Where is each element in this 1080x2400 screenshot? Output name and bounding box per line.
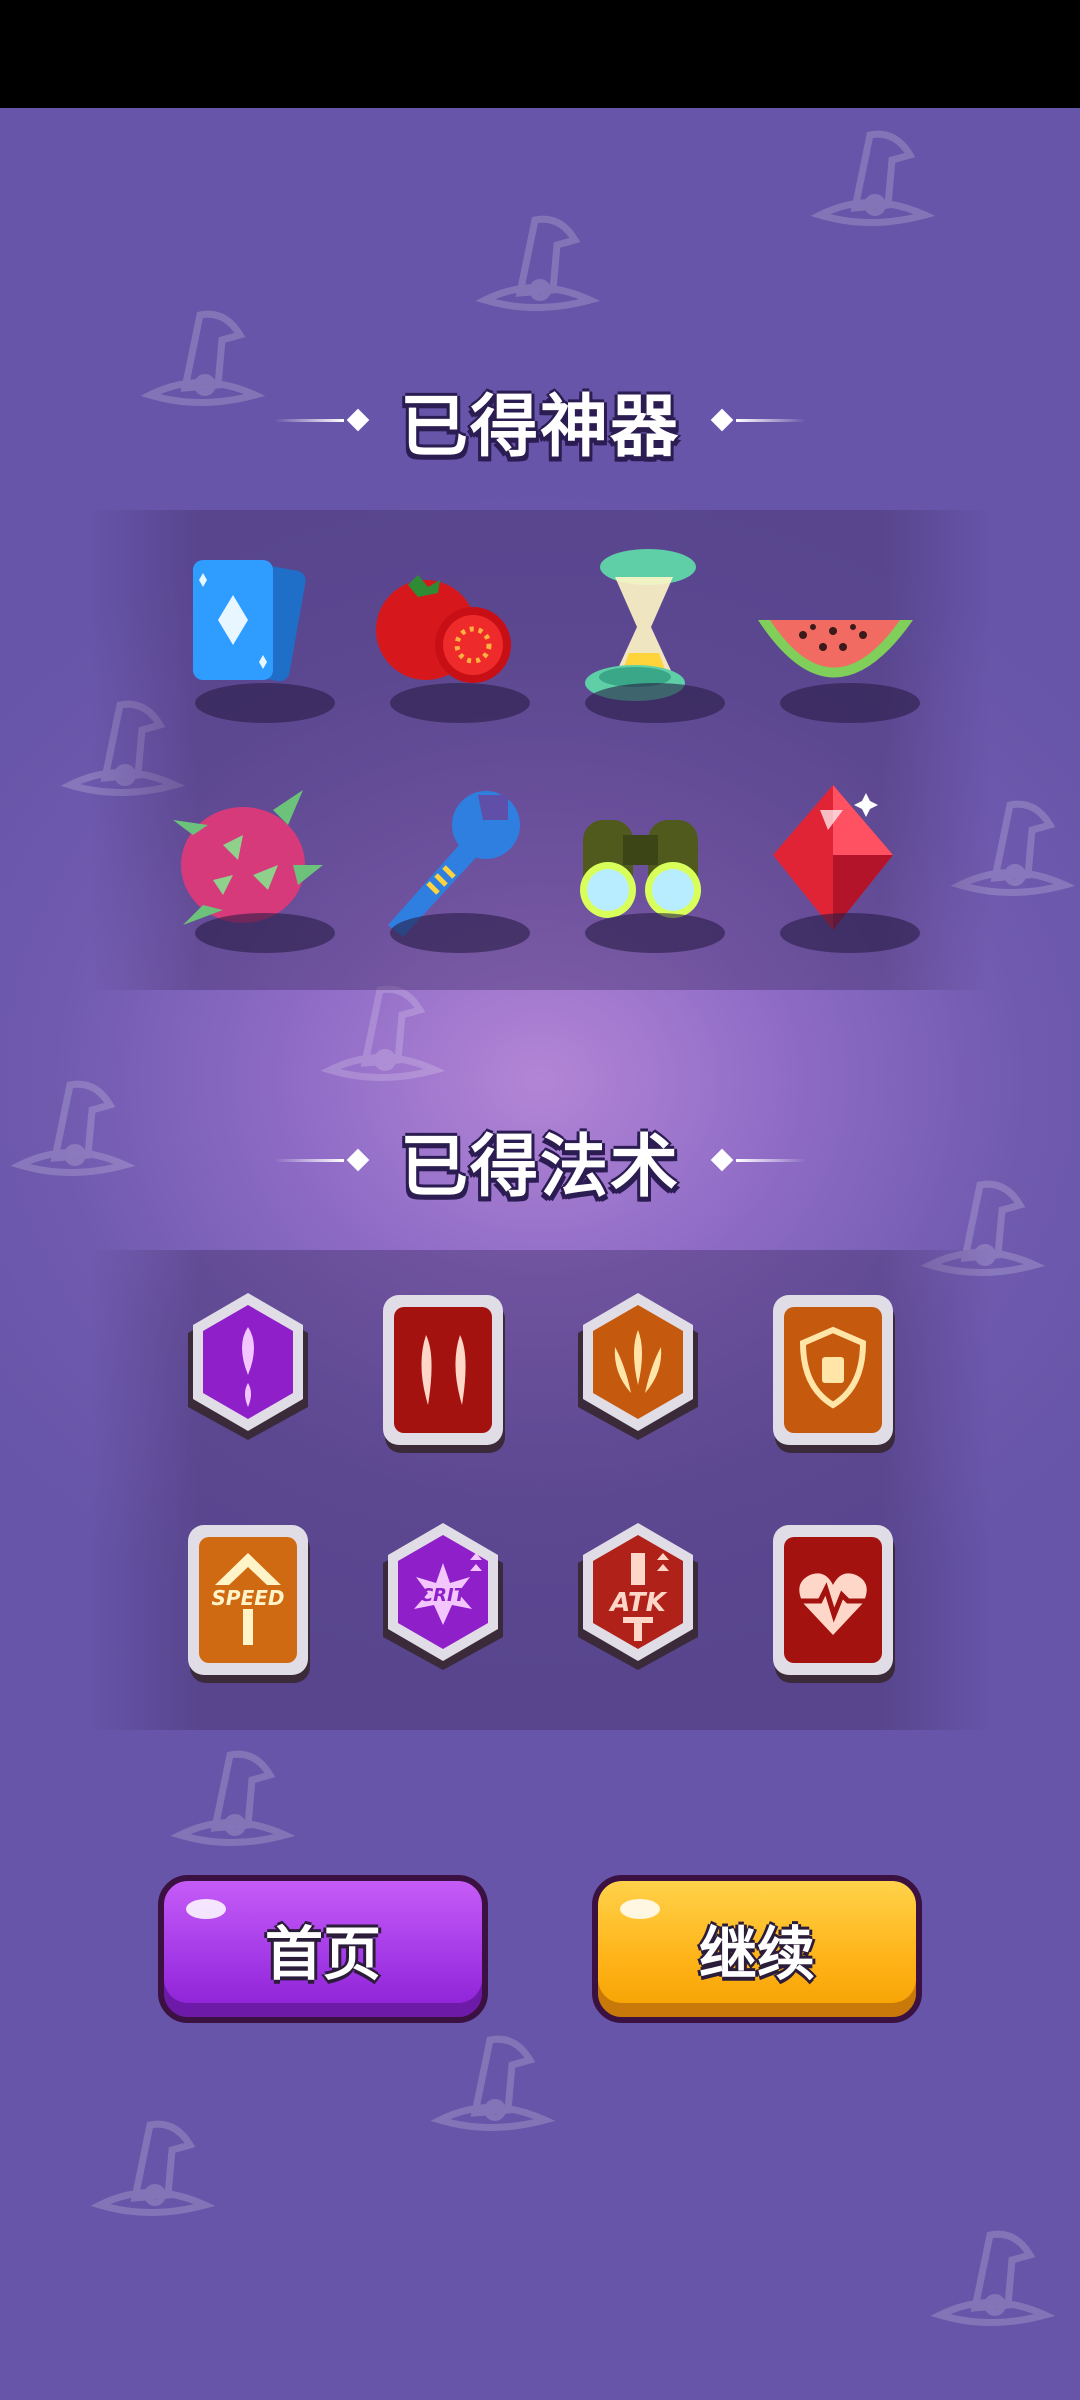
artifact-slot[interactable] [540, 515, 735, 745]
witch-hat-icon [930, 2230, 1056, 2326]
artifact-slot[interactable] [150, 515, 345, 745]
title-decoration-right [708, 408, 806, 432]
spells-header: 已得法术 [0, 1115, 1080, 1207]
continue-button[interactable]: 继续 [592, 1875, 922, 2023]
button-shine [186, 1899, 226, 1919]
button-shine [620, 1899, 660, 1919]
spell-slot[interactable] [345, 1255, 540, 1485]
crit-up-spell-icon: CRIT [382, 1523, 503, 1670]
home-button[interactable]: 首页 [158, 1875, 488, 2023]
title-decoration-right [708, 1148, 806, 1172]
spell-slot[interactable] [735, 1485, 930, 1715]
spell-slot[interactable]: CRIT [345, 1485, 540, 1715]
witch-hat-icon [430, 2035, 556, 2131]
witch-hat-icon [475, 215, 601, 311]
speed-up-spell-icon: SPEED [187, 1525, 310, 1683]
speed-label: SPEED [211, 1586, 284, 1610]
artifact-slot[interactable] [345, 515, 540, 745]
spells-grid: SPEED CRIT ATK [150, 1255, 930, 1715]
artifacts-title: 已得神器 [399, 387, 680, 467]
spell-slot[interactable] [150, 1255, 345, 1485]
title-decoration-left [273, 1148, 372, 1172]
heart-health-spell-icon [772, 1525, 895, 1683]
spells-title: 已得法术 [399, 1127, 680, 1207]
artifact-slot[interactable] [735, 745, 930, 975]
artifact-slot[interactable] [735, 515, 930, 745]
spell-slot[interactable]: ATK [540, 1485, 735, 1715]
artifacts-header: 已得神器 [0, 375, 1080, 467]
home-button-label: 首页 [264, 1920, 381, 1988]
artifact-slot[interactable] [345, 745, 540, 975]
spell-slot[interactable]: SPEED [150, 1485, 345, 1715]
witch-hat-icon [90, 2120, 216, 2216]
status-bar [0, 0, 1080, 108]
orange-shield-spell-icon [772, 1295, 895, 1453]
purple-missile-spell-icon [187, 1293, 308, 1440]
atk-label: ATK [608, 1588, 667, 1618]
artifact-slot[interactable] [540, 745, 735, 975]
title-decoration-left [273, 408, 372, 432]
artifact-slot[interactable] [150, 745, 345, 975]
atk-up-spell-icon: ATK [577, 1523, 698, 1670]
crit-label: CRIT [419, 1585, 467, 1606]
continue-button-label: 继续 [698, 1920, 815, 1988]
witch-hat-icon [320, 985, 446, 1081]
witch-hat-icon [810, 130, 936, 226]
artifacts-grid [150, 515, 930, 975]
spell-slot[interactable] [735, 1255, 930, 1485]
spell-slot[interactable] [540, 1255, 735, 1485]
witch-hat-icon [170, 1750, 296, 1846]
red-double-claw-spell-icon [382, 1295, 505, 1453]
orange-triple-shot-spell-icon [577, 1293, 698, 1440]
